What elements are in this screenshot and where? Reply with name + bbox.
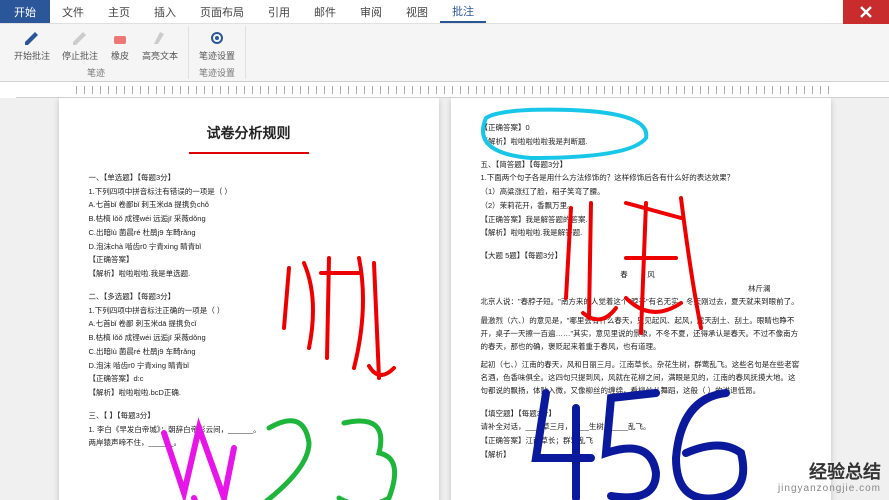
tab-mail[interactable]: 邮件	[302, 0, 348, 23]
watermark: 经验总结 jingyanzongjie.com	[778, 463, 881, 494]
poem-title: 春 风	[481, 269, 801, 282]
horizontal-ruler[interactable]	[16, 82, 889, 98]
tab-home[interactable]: 主页	[96, 0, 142, 23]
title-underline	[189, 152, 309, 154]
document-page-1[interactable]: 试卷分析规则 一、【单选题】【每题3分】 1.下列四项中拼音标注有错误的一项是（…	[59, 98, 439, 500]
watermark-title: 经验总结	[778, 463, 881, 483]
eraser-button[interactable]: 橡皮	[106, 26, 134, 64]
file-tab[interactable]: 开始	[0, 0, 50, 23]
tab-annotate[interactable]: 批注	[440, 0, 486, 23]
close-button[interactable]	[843, 0, 889, 24]
q3-header: 三、【 】【每题3分】	[89, 410, 409, 423]
page-title: 试卷分析规则	[89, 122, 409, 146]
pen-icon	[22, 28, 42, 48]
pen-stop-icon	[70, 28, 90, 48]
tab-references[interactable]: 引用	[256, 0, 302, 23]
stop-annotate-button[interactable]: 停止批注	[58, 26, 102, 64]
poem-author: 林斤澜	[481, 283, 771, 296]
group-label-ink: 笔迹	[87, 66, 105, 79]
gear-icon	[207, 28, 227, 48]
highlight-button[interactable]: 高亮文本	[138, 26, 182, 64]
tab-view[interactable]: 视图	[394, 0, 440, 23]
ink-settings-button[interactable]: 笔迹设置	[195, 26, 239, 64]
document-page-2[interactable]: 【正确答案】0 【解析】啦啦啦啦啦我是判断题. 五、【简答题】【每题3分】 1.…	[451, 98, 831, 500]
tab-insert[interactable]: 插入	[142, 0, 188, 23]
document-workspace[interactable]: 试卷分析规则 一、【单选题】【每题3分】 1.下列四项中拼音标注有错误的一项是（…	[0, 98, 889, 500]
highlight-icon	[150, 28, 170, 48]
q2-header: 二、【多选题】【每题3分】	[89, 291, 409, 304]
q5-header: 五、【简答题】【每题3分】	[481, 159, 801, 172]
watermark-url: jingyanzongjie.com	[778, 483, 881, 494]
tab-review[interactable]: 审阅	[348, 0, 394, 23]
group-label-ink-settings: 笔迹设置	[199, 66, 235, 79]
ribbon-toolbar: 开始批注 停止批注 橡皮 高亮文本 笔迹 笔迹设置 笔迹设置	[0, 24, 889, 82]
tab-layout[interactable]: 页面布局	[188, 0, 256, 23]
q6-header: 【大题 5题】【每题3分】	[481, 250, 801, 263]
close-icon	[859, 5, 873, 19]
q1-header: 一、【单选题】【每题3分】	[89, 172, 409, 185]
fill-header: 【填空题】【每题3分】	[481, 408, 801, 421]
start-annotate-button[interactable]: 开始批注	[10, 26, 54, 64]
eraser-icon	[110, 28, 130, 48]
tab-file[interactable]: 文件	[50, 0, 96, 23]
